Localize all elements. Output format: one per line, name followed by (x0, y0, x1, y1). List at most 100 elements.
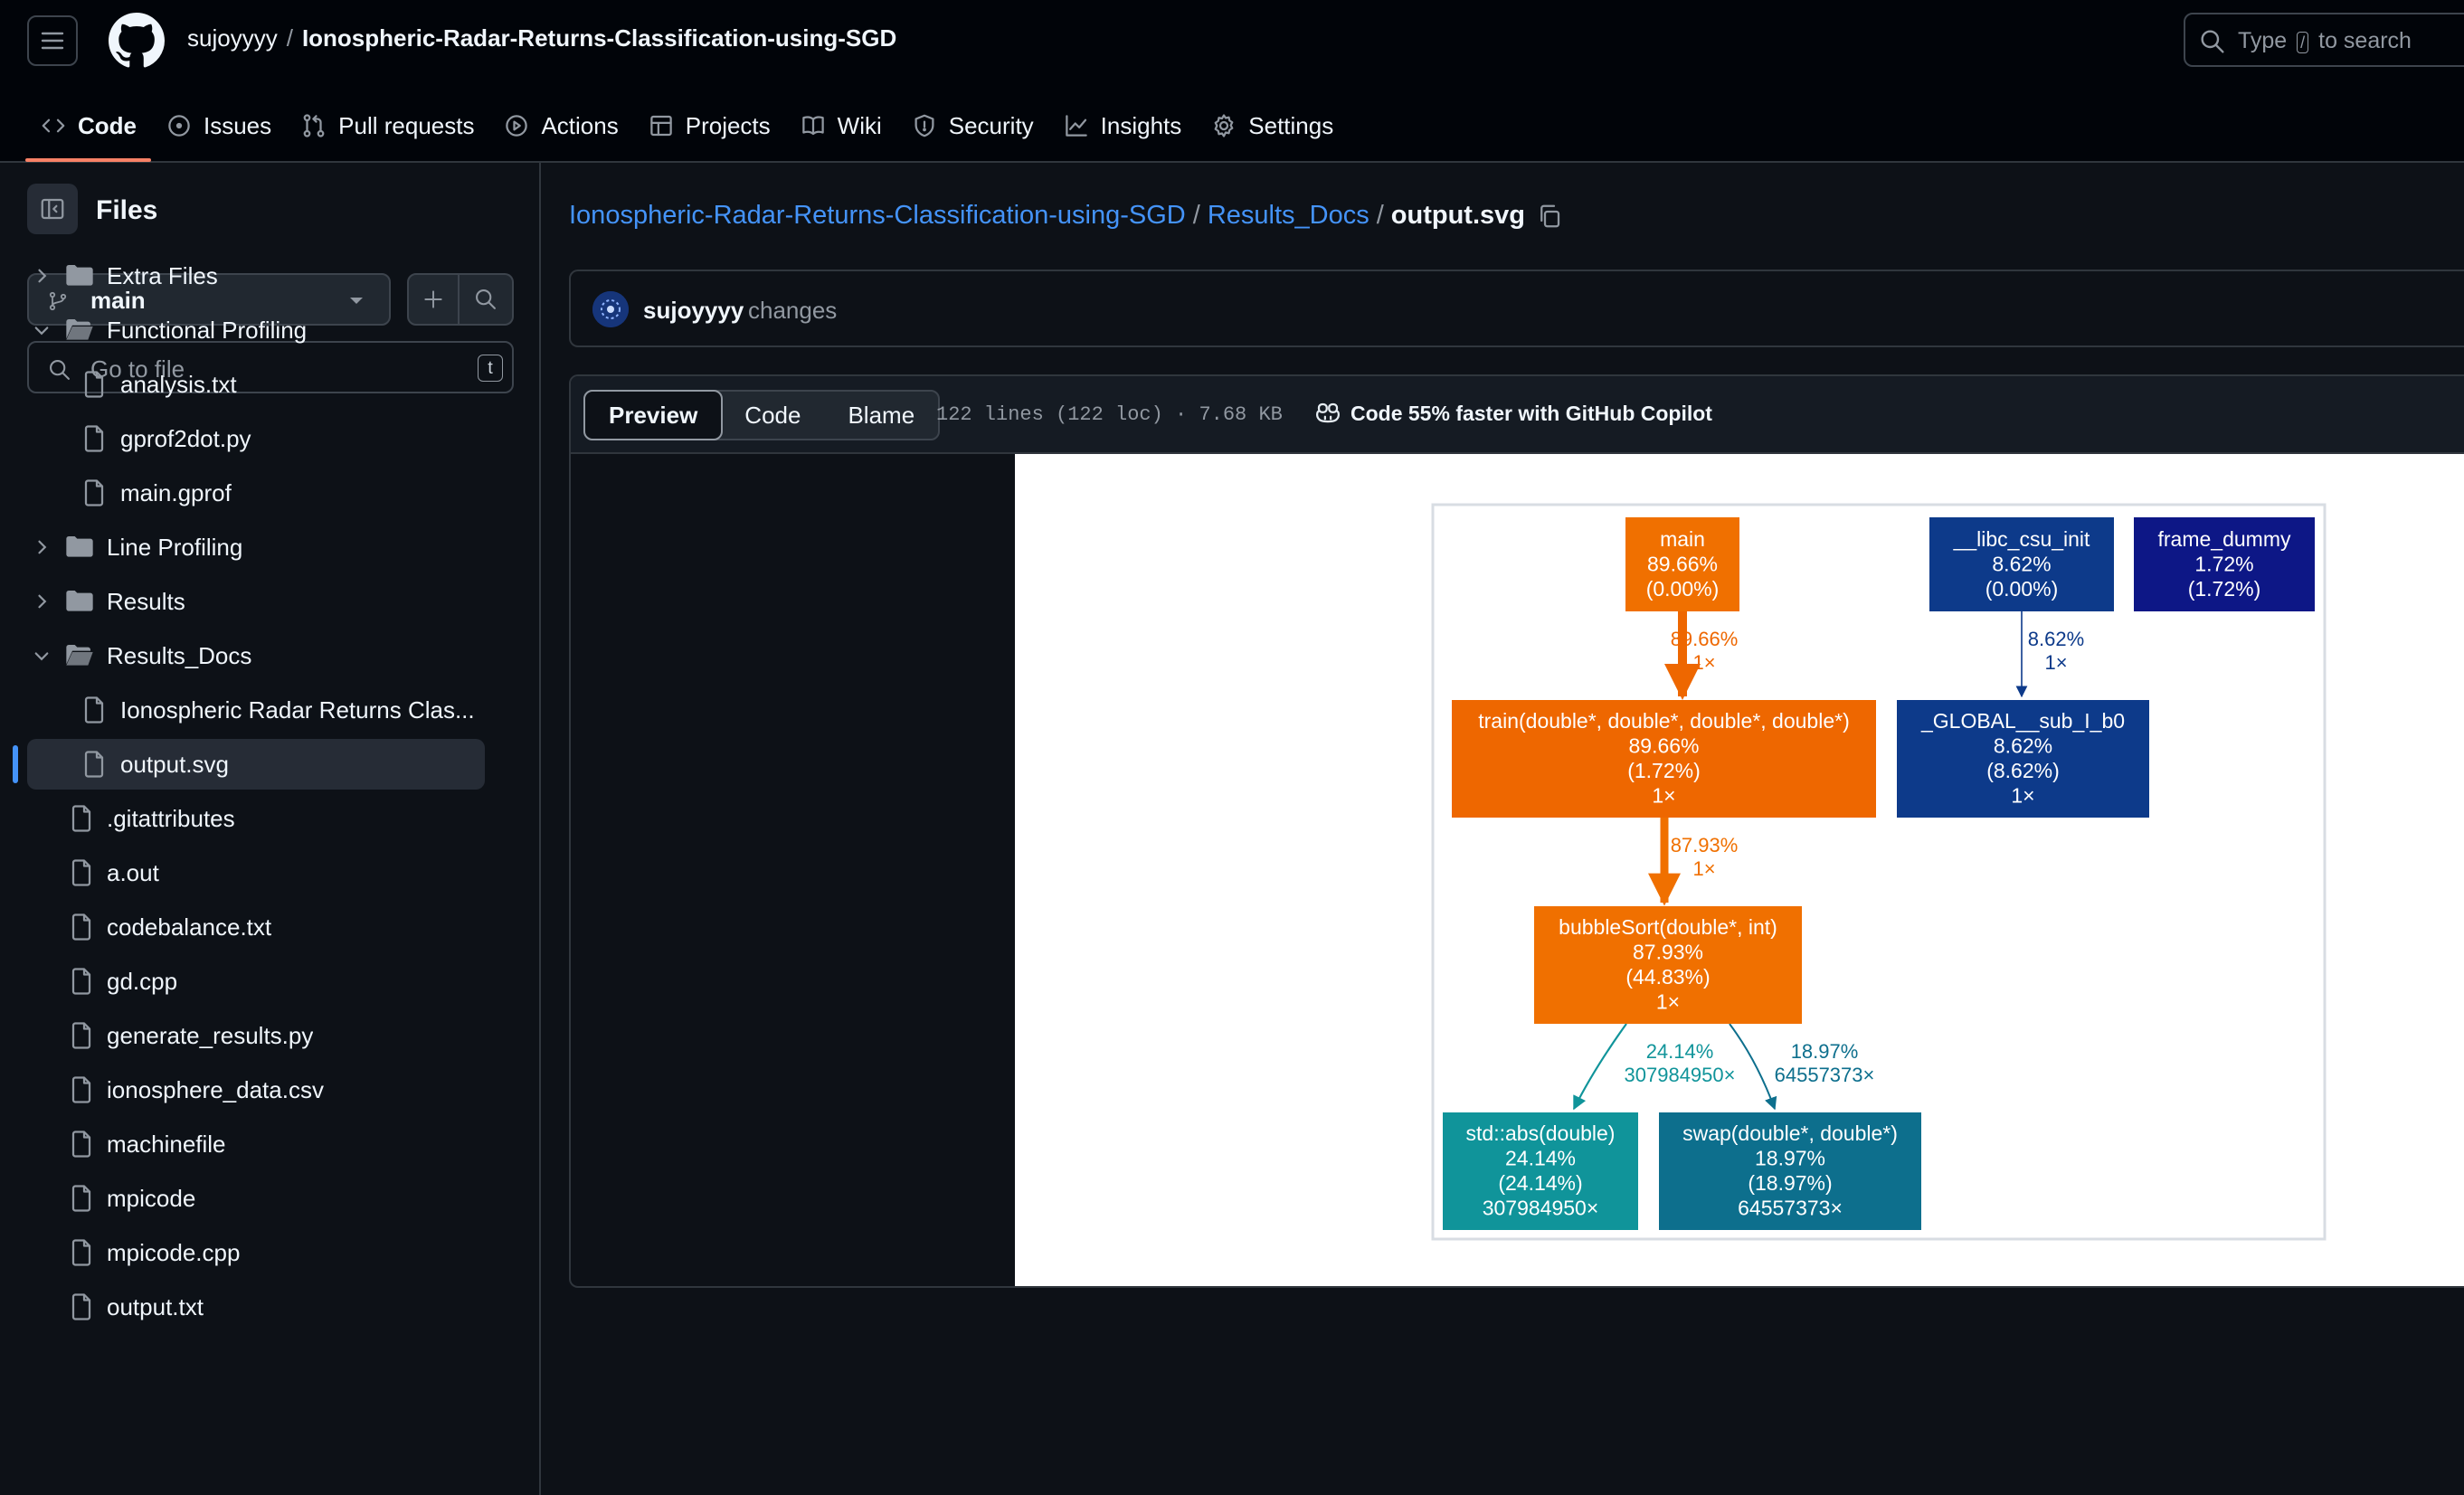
graph-node-text: 1.72% (2194, 552, 2253, 575)
tree-file[interactable]: main.gprof (27, 468, 485, 518)
tree-folder[interactable]: Results_Docs (27, 630, 485, 681)
tree-file[interactable]: machinefile (27, 1119, 485, 1169)
tree-item-label: mpicode.cpp (107, 1238, 241, 1266)
tree-file[interactable]: mpicode (27, 1173, 485, 1224)
graph-node-text: 64557373× (1738, 1197, 1843, 1220)
tree-file[interactable]: generate_results.py (27, 1010, 485, 1061)
collapse-sidebar-button[interactable] (27, 184, 78, 234)
graph-node-text: _GLOBAL__sub_I_b0 (1920, 709, 2125, 733)
graph-node-bubble: bubbleSort(double*, int)87.93%(44.83%)1× (1534, 906, 1802, 1024)
chevron-right-icon[interactable] (33, 267, 51, 285)
gear-icon (1214, 114, 1234, 137)
copilot-text: Code 55% faster with GitHub Copilot (1350, 401, 1712, 425)
tree-file[interactable]: gprof2dot.py (27, 413, 485, 464)
repo-nav: Code Issues Pull requests Actions Projects Wi… (25, 90, 1348, 162)
chevron-down-icon[interactable] (33, 321, 51, 339)
file-icon (71, 859, 91, 886)
graph-node-text: 307984950× (1483, 1197, 1599, 1220)
tab-insights[interactable]: Insights (1048, 90, 1197, 161)
tab-projects[interactable]: Projects (633, 90, 785, 161)
file-icon (84, 751, 104, 778)
file-icon (71, 805, 91, 832)
tab-blame[interactable]: Blame (824, 392, 938, 439)
tab-code[interactable]: Code (25, 90, 151, 162)
file-viewer: Preview Code Blame 122 lines (122 loc) ·… (569, 374, 2464, 1288)
tab-preview[interactable]: Preview (583, 390, 724, 440)
graph-node-text: 1× (2011, 784, 2034, 808)
graph-node-text: (8.62%) (1986, 759, 2060, 782)
breadcrumb-separator: / (1192, 201, 1200, 230)
book-icon (801, 116, 824, 136)
tree-file[interactable]: .gitattributes (27, 793, 485, 844)
graph-node-text: bubbleSort(double*, int) (1559, 915, 1777, 939)
github-logo-icon[interactable] (109, 13, 165, 69)
repo-name-link[interactable]: Ionospheric-Radar-Returns-Classification… (302, 24, 896, 52)
tree-folder[interactable]: Functional Profiling (27, 305, 485, 355)
tree-item-label: Results (107, 587, 185, 615)
graph-node-text: (0.00%) (1985, 577, 2059, 601)
graph-edge-label: 18.97% (1791, 1040, 1859, 1063)
tree-file[interactable]: analysis.txt (27, 359, 485, 410)
tab-issues[interactable]: Issues (151, 90, 286, 161)
tree-file[interactable]: a.out (27, 847, 485, 898)
file-icon (84, 479, 104, 506)
tab-pull-requests[interactable]: Pull requests (286, 90, 488, 161)
tree-file[interactable]: gd.cpp (27, 956, 485, 1007)
tree-item-label: generate_results.py (107, 1021, 314, 1049)
copy-icon[interactable] (1536, 203, 1563, 230)
slash-key: / (2297, 32, 2309, 53)
graph-node-libc: __libc_csu_init8.62%(0.00%) (1929, 517, 2114, 611)
tab-security[interactable]: Security (896, 90, 1048, 161)
git-pull-request-icon (303, 114, 325, 137)
tree-file[interactable]: mpicode.cpp (27, 1227, 485, 1278)
breadcrumb-folder-link[interactable]: Results_Docs (1208, 201, 1369, 231)
file-icon (84, 371, 104, 398)
copilot-link[interactable]: Code 55% faster with GitHub Copilot (1314, 401, 1712, 426)
graph-edge-label: 307984950× (1625, 1064, 1736, 1086)
repo-owner-link[interactable]: sujoyyyy (187, 24, 278, 52)
global-search[interactable]: Type / to search (2184, 13, 2464, 67)
avatar[interactable] (592, 291, 629, 327)
tab-settings[interactable]: Settings (1196, 90, 1348, 161)
view-mode-segmented-control: Preview Code Blame (583, 390, 941, 440)
chevron-right-icon[interactable] (33, 538, 51, 556)
issue-opened-icon (168, 115, 190, 137)
folder-icon (66, 265, 93, 286)
graph-node-text: (0.00%) (1646, 577, 1720, 601)
code-icon (42, 118, 65, 133)
tree-file[interactable]: ionosphere_data.csv (27, 1064, 485, 1115)
global-header: sujoyyyy / Ionospheric-Radar-Returns-Class… (0, 0, 2464, 163)
graph-edge-label: 1× (2044, 651, 2067, 674)
tree-file[interactable]: codebalance.txt (27, 902, 485, 952)
path-separator: / (286, 24, 293, 52)
tab-code[interactable]: Code (721, 392, 824, 439)
tab-wiki[interactable]: Wiki (785, 90, 896, 161)
folder-icon (66, 536, 93, 557)
tree-folder[interactable]: Line Profiling (27, 522, 485, 572)
tree-file[interactable]: output.txt (27, 1282, 485, 1332)
file-icon (71, 1239, 91, 1266)
commit-author-link[interactable]: sujoyyyy (643, 297, 744, 325)
graph-node-text: 89.66% (1628, 734, 1699, 758)
graph-edge-label: 64557373× (1775, 1064, 1875, 1086)
tree-folder[interactable]: Extra Files (27, 251, 485, 301)
commit-message-link[interactable]: changes (748, 297, 837, 325)
tree-item-label: Functional Profiling (107, 316, 308, 344)
tab-label: Insights (1100, 111, 1182, 139)
file-icon (71, 968, 91, 995)
tree-folder[interactable]: Results (27, 576, 485, 627)
tree-file[interactable]: output.svg (27, 739, 485, 790)
graph-edge-label: 87.93% (1671, 834, 1739, 856)
graph-node-swap: swap(double*, double*)18.97%(18.97%)6455… (1659, 1112, 1921, 1230)
tab-actions[interactable]: Actions (488, 90, 632, 161)
file-icon (84, 696, 104, 724)
repo-path: sujoyyyy / Ionospheric-Radar-Returns-Class… (187, 24, 896, 52)
chevron-right-icon[interactable] (33, 592, 51, 610)
file-meta: 122 lines (122 loc) · 7.68 KB (936, 403, 1283, 426)
chevron-down-icon[interactable] (33, 647, 51, 665)
menu-button[interactable] (27, 15, 78, 66)
tree-file[interactable]: Ionospheric Radar Returns Clas... (27, 685, 485, 735)
breadcrumb-repo-link[interactable]: Ionospheric-Radar-Returns-Classification… (569, 201, 1186, 231)
graph-node-text: frame_dummy (2158, 527, 2291, 551)
graph-node-main: main89.66%(0.00%) (1625, 517, 1739, 611)
